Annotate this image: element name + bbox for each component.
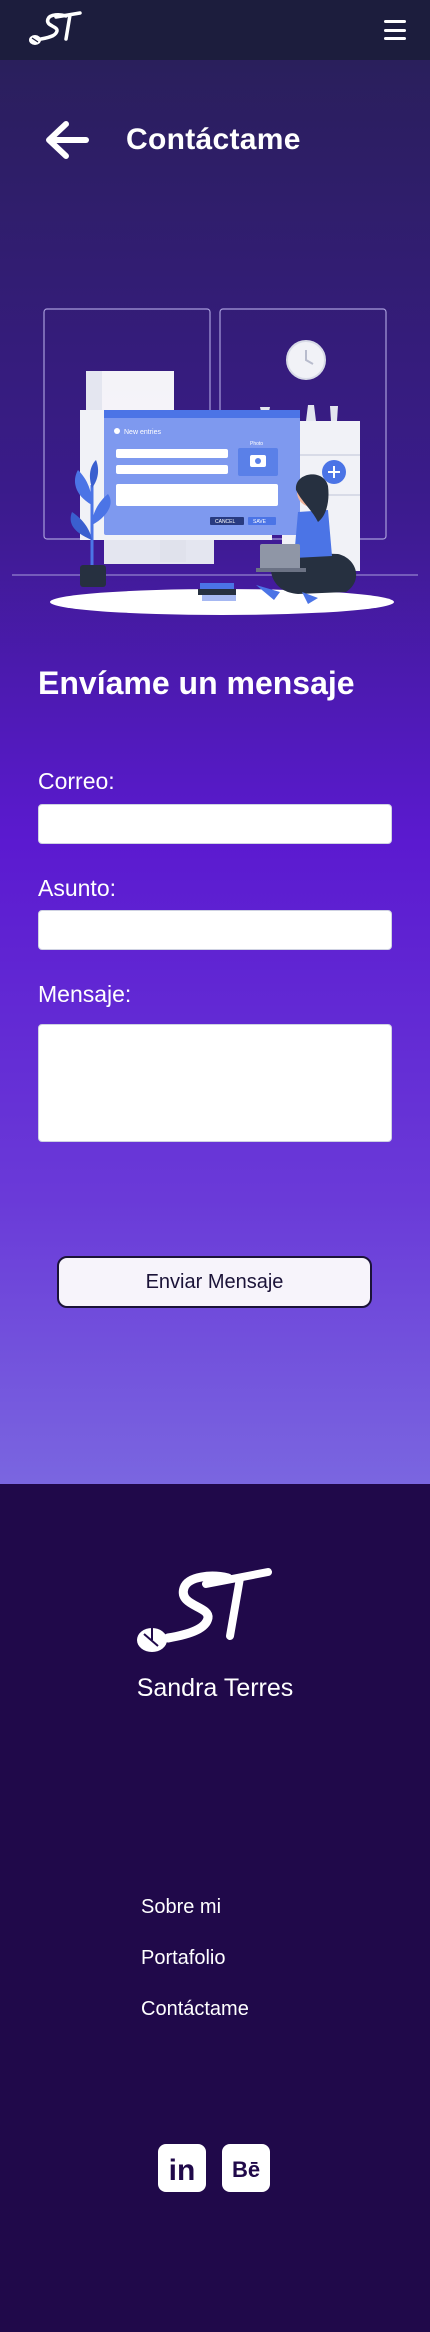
behance-icon[interactable]: Bē bbox=[222, 2144, 270, 2192]
footer-link-contact[interactable]: Contáctame bbox=[141, 1998, 249, 2024]
svg-text:Bē: Bē bbox=[232, 2157, 260, 2182]
illustration-save-label: SAVE bbox=[253, 519, 267, 525]
footer-nav: Sobre mi Portafolio Contáctame bbox=[141, 1896, 249, 2049]
footer-logo bbox=[137, 1568, 272, 1652]
email-label: Correo: bbox=[38, 768, 115, 794]
footer-name: Sandra Terres bbox=[136, 1674, 294, 1702]
contact-illustration: New entries Photo CANCEL SAVE bbox=[12, 308, 418, 615]
linkedin-icon[interactable]: in bbox=[158, 2144, 206, 2192]
page-title: Contáctame bbox=[126, 123, 301, 156]
illustration-cancel-label: CANCEL bbox=[215, 519, 236, 525]
form-title: Envíame un mensaje bbox=[38, 665, 355, 701]
message-field[interactable] bbox=[38, 1024, 392, 1142]
site-logo[interactable] bbox=[26, 9, 82, 51]
page-header: Contáctame bbox=[44, 110, 301, 170]
illustration-window-title: New entries bbox=[124, 429, 161, 436]
subject-field[interactable] bbox=[38, 910, 392, 950]
send-message-button[interactable]: Enviar Mensaje bbox=[57, 1256, 372, 1308]
footer-link-about[interactable]: Sobre mi bbox=[141, 1896, 249, 1922]
footer-link-portfolio[interactable]: Portafolio bbox=[141, 1947, 249, 1973]
arrow-left-icon[interactable] bbox=[44, 120, 90, 160]
contact-section: Contáctame New entries Photo CANCEL SAVE… bbox=[0, 60, 430, 1484]
svg-text:in: in bbox=[169, 2154, 196, 2187]
email-field[interactable] bbox=[38, 804, 392, 844]
hamburger-menu-icon[interactable] bbox=[384, 20, 406, 40]
top-navbar bbox=[0, 0, 430, 60]
illustration-photo-label: Photo bbox=[250, 441, 263, 447]
message-label: Mensaje: bbox=[38, 981, 132, 1007]
footer: Sandra Terres Sobre mi Portafolio Contác… bbox=[0, 1484, 430, 2332]
subject-label: Asunto: bbox=[38, 875, 116, 901]
